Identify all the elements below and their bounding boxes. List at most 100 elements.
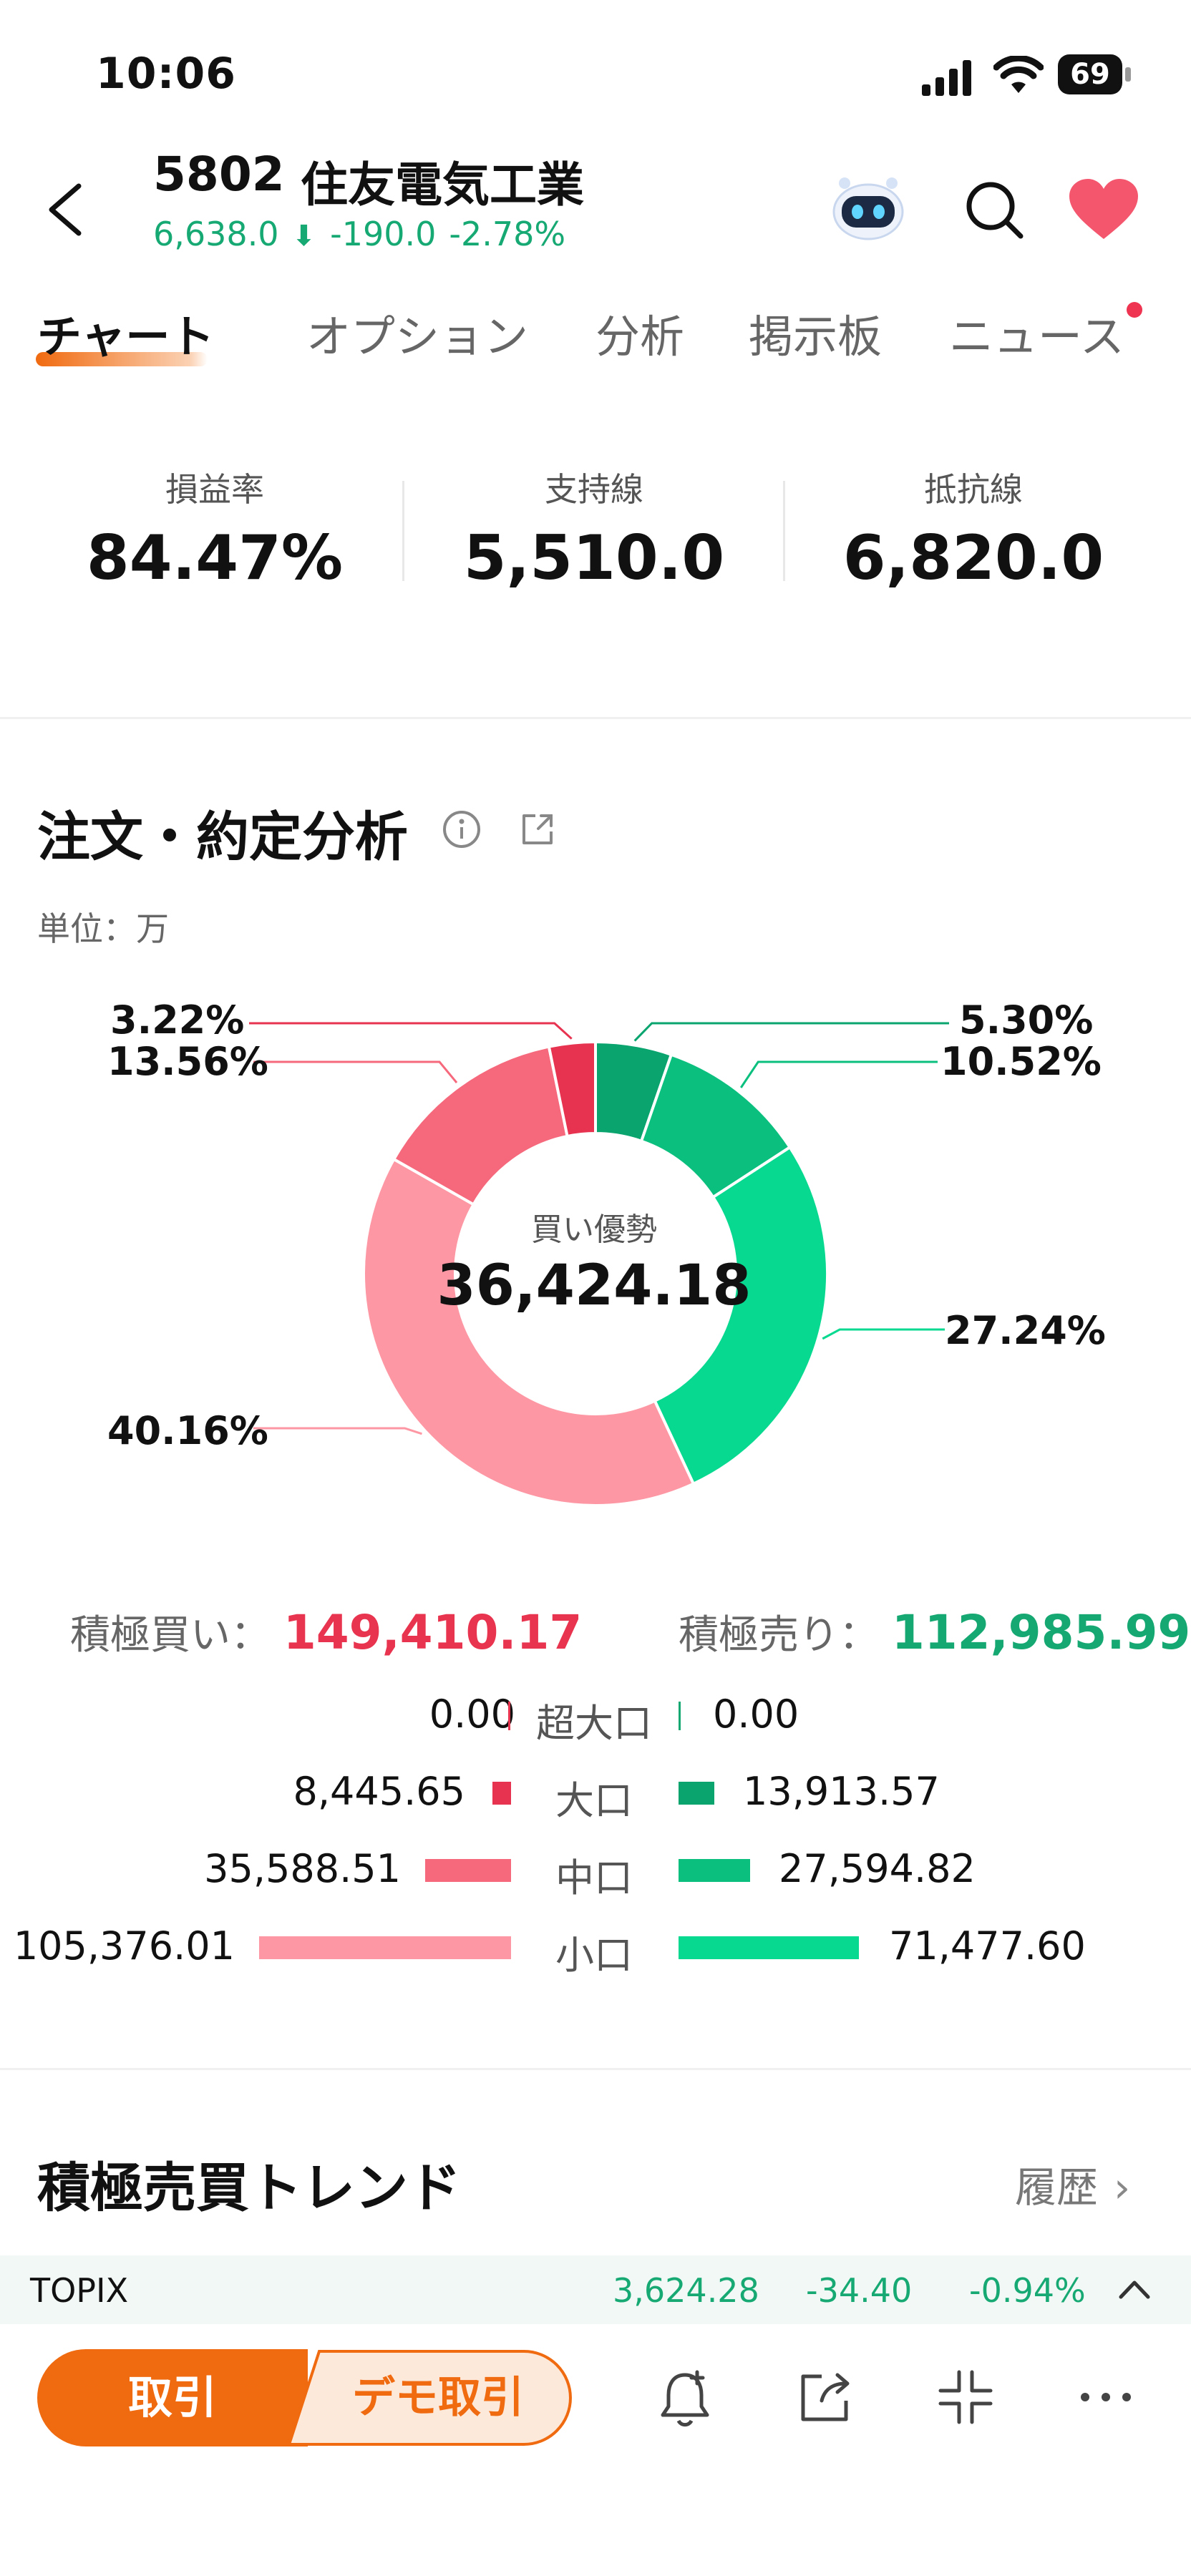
buy-total-value: 149,410.17 (283, 1605, 583, 1660)
buy-bar (492, 1782, 511, 1805)
tab-bar: チャート オプション 分析 掲示板 ニュース (0, 301, 1191, 379)
ticker-change: -34.40 (806, 2271, 913, 2310)
collapse-icon[interactable] (933, 2365, 998, 2429)
sell-total-value: 112,985.99 (891, 1605, 1191, 1660)
leader-line (249, 1022, 573, 1040)
category-label: 小口 (555, 1933, 633, 1978)
chevron-up-icon[interactable] (1117, 2274, 1152, 2306)
sell-bar (679, 1936, 859, 1959)
wifi-icon (993, 54, 1044, 96)
stat-value: 5,510.0 (463, 522, 725, 594)
search-icon[interactable] (962, 177, 1026, 242)
slice-label-10-52: 10.52% (940, 1039, 1102, 1084)
slice-label-40-16: 40.16% (107, 1408, 268, 1453)
info-icon[interactable] (441, 809, 482, 850)
signal-icon (922, 60, 973, 96)
section-divider (0, 717, 1191, 719)
sell-bar (679, 1859, 750, 1882)
tab-news[interactable]: ニュース (949, 301, 1124, 365)
category-label: 大口 (555, 1778, 633, 1823)
sell-summary: 積極売り： 112,985.99 (679, 1603, 1190, 1661)
stat-support-line: 支持線 5,510.0 (451, 464, 737, 594)
leader-line (633, 1022, 949, 1042)
buy-summary: 積極買い： 149,410.17 (70, 1603, 582, 1661)
share-icon[interactable] (517, 809, 558, 850)
sell-bar (679, 1702, 681, 1730)
index-ticker[interactable]: TOPIX 3,624.28 -34.40 -0.94% (0, 2255, 1191, 2324)
category-label: 中口 (555, 1855, 633, 1901)
buy-bar (259, 1936, 511, 1959)
back-button[interactable] (36, 177, 100, 242)
tab-chart[interactable]: チャート (37, 301, 214, 365)
sell-value: 13,913.57 (743, 1769, 940, 1814)
leader-line (253, 1427, 422, 1435)
stat-profit-rate: 損益率 84.47% (72, 464, 358, 594)
demo-trade-button[interactable]: デモ取引 (288, 2349, 573, 2446)
price-line: 6,638.0 ⬇ -190.0 -2.78% (153, 215, 578, 253)
price-change-pct: -2.78% (449, 215, 566, 253)
breakdown-row-super-large: 0.00 超大口 0.00 (0, 1692, 1191, 1746)
slice-label-27-24: 27.24% (945, 1308, 1106, 1353)
share-icon[interactable] (793, 2365, 857, 2429)
stat-label: 損益率 (165, 470, 264, 509)
buy-bar (508, 1702, 510, 1730)
buy-value: 0.00 (429, 1692, 515, 1737)
divider (402, 481, 404, 581)
stat-value: 84.47% (86, 522, 344, 594)
chevron-right-icon: › (1114, 2163, 1131, 2212)
stat-resistance-line: 抵抗線 6,820.0 (830, 464, 1117, 594)
slice-label-3-22: 3.22% (110, 997, 245, 1043)
sell-value: 27,594.82 (779, 1846, 976, 1891)
more-options-icon[interactable] (1074, 2365, 1138, 2429)
buy-bar (425, 1859, 511, 1882)
dominance-value: 36,424.18 (437, 1254, 752, 1318)
sell-value: 71,477.60 (889, 1923, 1086, 1968)
stat-label: 抵抗線 (924, 470, 1023, 509)
robot-assistant-icon[interactable] (829, 172, 908, 243)
sell-bar (679, 1782, 714, 1805)
slice-label-5-30: 5.30% (959, 997, 1094, 1043)
trend-title: 積極売買トレンド (37, 2157, 461, 2219)
demo-trade-label: デモ取引 (352, 2373, 524, 2423)
current-price: 6,638.0 (153, 215, 279, 253)
battery-icon: 69 (1058, 54, 1132, 96)
tab-board[interactable]: 掲示板 (749, 301, 882, 365)
battery-level: 69 (1058, 54, 1122, 94)
section-divider (0, 2068, 1191, 2070)
category-label: 超大口 (536, 1701, 652, 1746)
buy-value: 105,376.01 (13, 1923, 235, 1968)
breakdown-row-medium: 35,588.51 中口 27,594.82 (0, 1846, 1191, 1901)
tab-analysis[interactable]: 分析 (596, 301, 684, 365)
buy-value: 8,445.65 (293, 1769, 465, 1814)
add-alert-bell-icon[interactable] (653, 2365, 717, 2429)
breakdown-row-large: 8,445.65 大口 13,913.57 (0, 1769, 1191, 1823)
unit-label: 単位：万 (37, 909, 169, 948)
leader-line (822, 1328, 945, 1340)
leader-line (739, 1060, 938, 1088)
ticker-name: TOPIX (30, 2271, 129, 2310)
stock-name: 住友電気工業 (301, 157, 584, 213)
news-badge-dot (1127, 302, 1142, 318)
history-label: 履歴 (1015, 2163, 1099, 2212)
status-time: 10:06 (96, 49, 236, 99)
price-change: -190.0 (330, 215, 437, 253)
sell-value: 0.00 (713, 1692, 799, 1737)
analysis-title: 注文・約定分析 (37, 806, 408, 868)
leader-line (253, 1060, 458, 1083)
history-link[interactable]: 履歴 › (1015, 2154, 1130, 2214)
down-arrow-icon: ⬇ (291, 220, 316, 253)
ticker-value: 3,624.28 (613, 2271, 759, 2310)
ticker-change-pct: -0.94% (969, 2271, 1086, 2310)
sell-total-label: 積極売り： (679, 1612, 879, 1659)
stat-value: 6,820.0 (842, 522, 1104, 594)
stock-code: 5802 (153, 147, 285, 202)
trade-button[interactable]: 取引 (37, 2349, 308, 2446)
breakdown-row-small: 105,376.01 小口 71,477.60 (0, 1923, 1191, 1978)
dominance-label: 買い優勢 (531, 1211, 657, 1248)
buy-total-label: 積極買い： (70, 1612, 271, 1659)
tab-options[interactable]: オプション (306, 301, 528, 365)
favorite-heart-icon[interactable] (1068, 177, 1139, 242)
buy-value: 35,588.51 (204, 1846, 401, 1891)
stat-label: 支持線 (545, 470, 643, 509)
divider (783, 481, 785, 581)
